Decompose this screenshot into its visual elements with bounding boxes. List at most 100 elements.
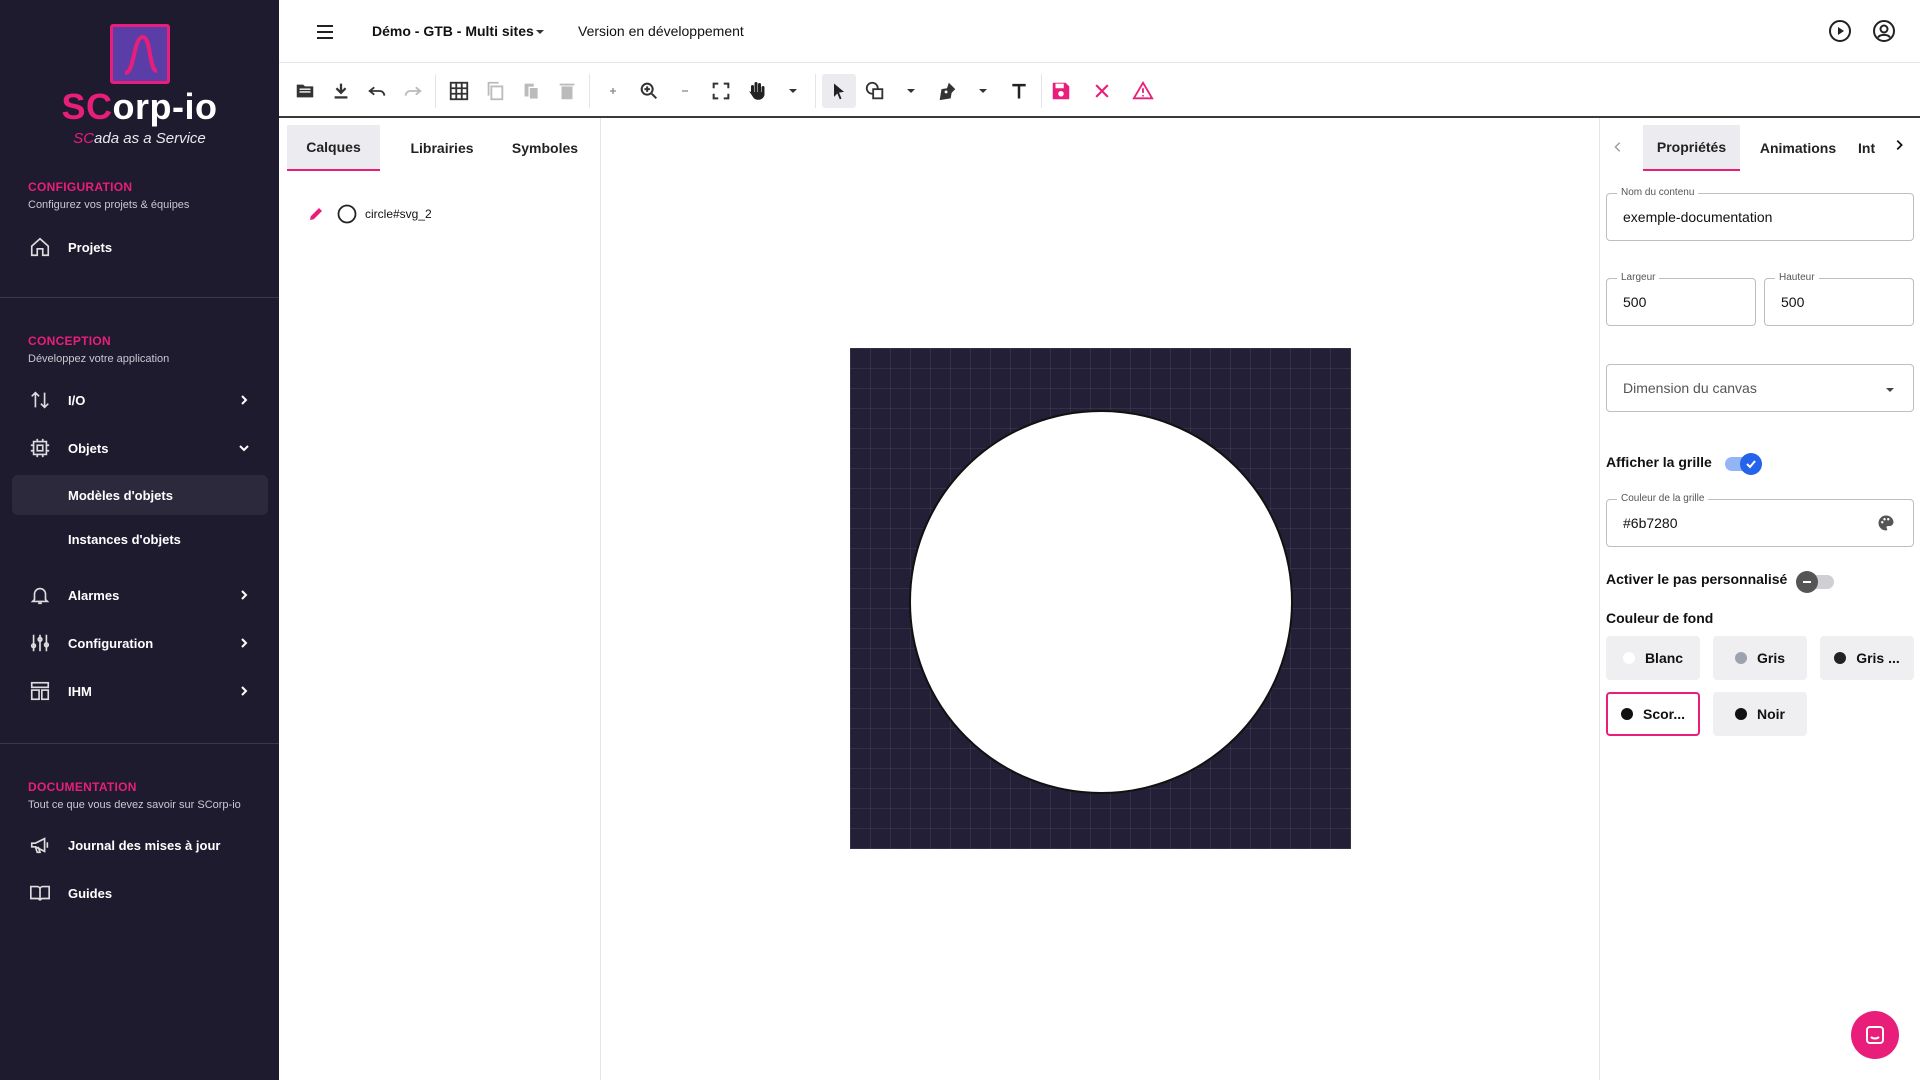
canvas-area[interactable] (602, 118, 1599, 1080)
custom-step-label: Activer le pas personnalisé (1606, 571, 1788, 587)
account-icon[interactable] (1872, 19, 1896, 43)
canvas-dimension-select[interactable]: Dimension du canvas (1606, 364, 1914, 412)
chip-icon (28, 436, 52, 460)
open-folder-icon[interactable] (288, 74, 322, 108)
copy-icon[interactable] (478, 74, 512, 108)
tab-librairies[interactable]: Librairies (389, 125, 495, 171)
project-selector[interactable]: Démo - GTB - Multi sites (372, 23, 534, 39)
bg-option-noir[interactable]: Noir (1713, 692, 1807, 736)
sidebar-item-projets[interactable]: Projets (12, 227, 268, 267)
sidebar-item-label: I/O (68, 392, 86, 408)
tab-animations[interactable]: Animations (1746, 125, 1850, 171)
tab-symboles[interactable]: Symboles (495, 125, 595, 171)
sidebar-item-objets[interactable]: Objets (12, 428, 268, 468)
chip-label: Gris ... (1856, 650, 1900, 666)
sidebar-item-label: Alarmes (68, 587, 120, 603)
caret-down-icon[interactable] (776, 74, 810, 108)
sidebar-item-label: Guides (68, 885, 113, 901)
sidebar-item-configuration[interactable]: Configuration (12, 623, 268, 663)
grid-icon[interactable] (442, 74, 476, 108)
bg-option-blanc[interactable]: Blanc (1606, 636, 1700, 680)
version-label[interactable]: Version en développement (578, 23, 744, 39)
circle-shape[interactable] (909, 410, 1293, 794)
arrows-up-down-icon (28, 388, 52, 412)
field-value: #6b7280 (1623, 515, 1678, 531)
chevron-right-icon (236, 392, 252, 408)
bell-icon (28, 583, 52, 607)
height-field[interactable]: Hauteur 500 (1764, 272, 1914, 326)
content-name-field[interactable]: Nom du contenu exemple-documentation (1606, 187, 1914, 241)
save-icon[interactable] (1044, 74, 1078, 108)
tab-proprietes[interactable]: Propriétés (1643, 125, 1740, 171)
chevron-left-icon[interactable] (1611, 140, 1625, 154)
sidebar-item-journal[interactable]: Journal des mises à jour (12, 825, 268, 865)
bg-option-gris-fonce[interactable]: Gris ... (1820, 636, 1914, 680)
section-title-configuration: CONFIGURATION (28, 180, 133, 194)
bg-option-gris[interactable]: Gris (1713, 636, 1807, 680)
pointer-icon[interactable] (822, 74, 856, 108)
fullscreen-icon[interactable] (704, 74, 738, 108)
show-grid-toggle[interactable] (1725, 453, 1762, 475)
redo-icon[interactable] (396, 74, 430, 108)
section-title-conception: CONCEPTION (28, 334, 112, 348)
chevron-right-icon (236, 683, 252, 699)
bg-option-scorpio[interactable]: Scor... (1606, 692, 1700, 736)
paste-icon[interactable] (514, 74, 548, 108)
chip-label: Scor... (1642, 706, 1686, 722)
chip-label: Noir (1757, 706, 1785, 722)
play-icon[interactable] (1828, 19, 1852, 43)
shapes-icon[interactable] (858, 74, 892, 108)
chevron-right-icon[interactable] (1892, 138, 1906, 152)
chevron-right-icon (236, 635, 252, 651)
grid-color-field[interactable]: Couleur de la grille #6b7280 (1606, 493, 1914, 547)
color-dot (1734, 652, 1747, 664)
zoom-in-small-icon[interactable] (596, 74, 630, 108)
logo-icon[interactable] (110, 24, 170, 84)
field-label: Couleur de la grille (1617, 493, 1709, 504)
caret-down-icon[interactable] (535, 27, 545, 37)
color-dot (1620, 708, 1633, 720)
sidebar-item-io[interactable]: I/O (12, 380, 268, 420)
chip-label: Gris (1756, 650, 1785, 666)
zoom-icon[interactable] (632, 74, 666, 108)
caret-down-icon[interactable] (966, 74, 1000, 108)
sidebar-item-modeles-objets[interactable]: Modèles d'objets (12, 475, 268, 515)
chat-button[interactable] (1851, 1011, 1899, 1059)
pen-icon[interactable] (930, 74, 964, 108)
zoom-out-small-icon[interactable] (668, 74, 702, 108)
warning-icon[interactable] (1126, 74, 1160, 108)
download-icon[interactable] (324, 74, 358, 108)
layers-panel: Calques Librairies Symboles circle#svg_2 (279, 118, 601, 1080)
select-placeholder: Dimension du canvas (1623, 380, 1757, 396)
toolbar-separator (1041, 74, 1042, 108)
layer-item[interactable]: circle#svg_2 (307, 202, 432, 226)
delete-icon[interactable] (550, 74, 584, 108)
drawing-canvas[interactable] (850, 348, 1351, 849)
field-label: Largeur (1617, 272, 1660, 283)
editor-toolbar (279, 64, 1920, 118)
hand-icon[interactable] (740, 74, 774, 108)
pencil-icon[interactable] (307, 205, 325, 223)
layer-label: circle#svg_2 (365, 207, 432, 221)
undo-icon[interactable] (360, 74, 394, 108)
caret-down-icon[interactable] (894, 74, 928, 108)
sidebar-divider (0, 297, 279, 298)
sidebar: SCorp-io SCada as a Service CONFIGURATIO… (0, 0, 279, 1080)
sidebar-item-guides[interactable]: Guides (12, 873, 268, 913)
chip-label: Blanc (1644, 650, 1684, 666)
sidebar-item-ihm[interactable]: IHM (12, 671, 268, 711)
tab-int[interactable]: Int (1858, 125, 1876, 171)
custom-step-toggle[interactable] (1796, 571, 1834, 593)
brand-tagline: SCada as a Service (73, 130, 206, 147)
tab-calques[interactable]: Calques (287, 125, 380, 171)
menu-icon[interactable] (313, 20, 337, 44)
minus-icon (1796, 571, 1818, 593)
sidebar-item-alarmes[interactable]: Alarmes (12, 575, 268, 615)
width-field[interactable]: Largeur 500 (1606, 272, 1756, 326)
text-tool-icon[interactable] (1002, 74, 1036, 108)
palette-icon[interactable] (1877, 514, 1895, 532)
properties-panel: Propriétés Animations Int Nom du contenu… (1599, 118, 1920, 1080)
megaphone-icon (28, 833, 52, 857)
sidebar-item-instances-objets[interactable]: Instances d'objets (12, 519, 268, 559)
close-icon[interactable] (1085, 74, 1119, 108)
